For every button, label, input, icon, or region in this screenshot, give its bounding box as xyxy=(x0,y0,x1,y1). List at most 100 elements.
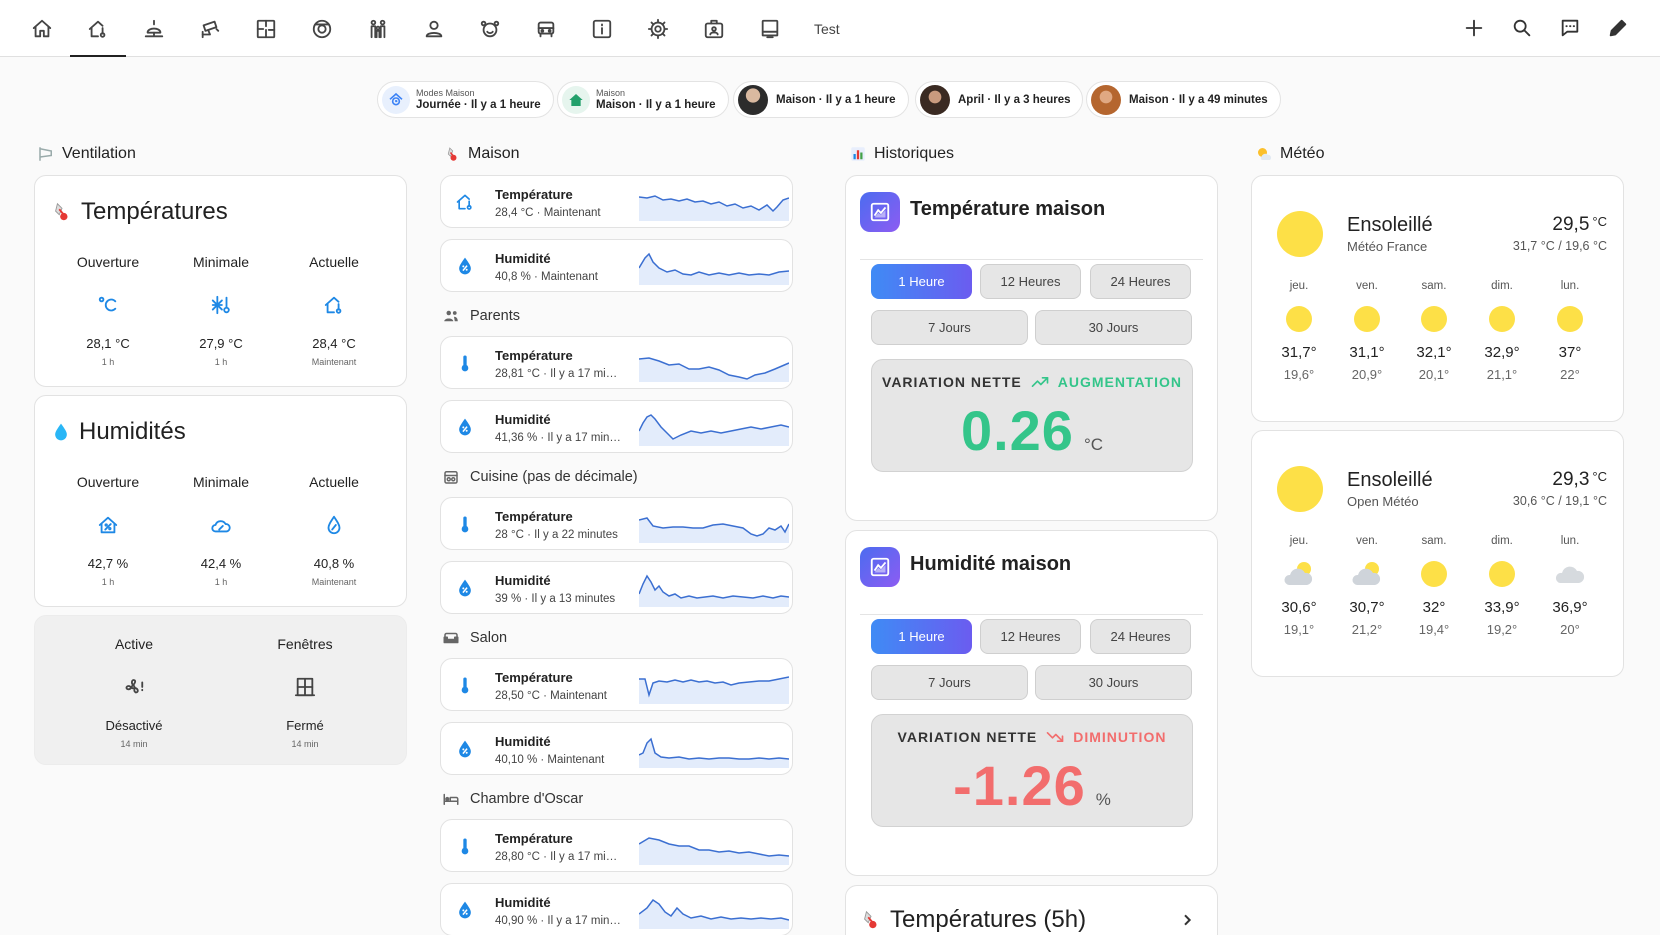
net-variation-panel: VARIATION NETTE DIMINUTION -1.26% xyxy=(871,714,1193,827)
history-title: Humidité maison xyxy=(910,553,1072,575)
weather-source: Météo France xyxy=(1347,239,1428,254)
tile-state: 39 % · Il y a 13 minutes xyxy=(495,593,616,605)
range-button-30d[interactable]: 30 Jours xyxy=(1035,665,1192,700)
stove-icon xyxy=(444,471,458,484)
tab-settings[interactable] xyxy=(630,0,686,57)
sunny-icon xyxy=(1337,304,1397,334)
sensor-tile-humidity[interactable]: Humidité 40,10 % · Maintenant xyxy=(440,722,793,775)
tab-robot-vacuum[interactable] xyxy=(294,0,350,57)
weather-forecast-card[interactable]: Ensoleillé Météo France 29,5 °C 31,7 °C / 19… xyxy=(1251,175,1624,422)
thermometer-icon xyxy=(453,834,477,858)
forecast-high: 31,7° xyxy=(1281,344,1317,361)
tab-house-thermometer[interactable] xyxy=(70,0,126,57)
tab-kid[interactable] xyxy=(462,0,518,57)
forecast-day-name: jeu. xyxy=(1289,280,1309,292)
tile-name: Humidité xyxy=(495,895,551,910)
range-button-7d[interactable]: 7 Jours xyxy=(871,310,1028,345)
thermometer-emoji-icon xyxy=(860,908,882,932)
sparkline-graph xyxy=(639,252,789,285)
range-button-7d[interactable]: 7 Jours xyxy=(871,665,1028,700)
section-title: Ventilation xyxy=(62,145,136,162)
window-closed-icon xyxy=(250,674,360,700)
sensor-tile-humidity[interactable]: Humidité 40,8 % · Maintenant xyxy=(440,239,793,292)
section-title: Historiques xyxy=(874,145,955,162)
card-title-text: Températures (5h) xyxy=(890,906,1087,933)
sensor-tile-humidity[interactable]: Humidité 39 % · Il y a 13 minutes xyxy=(440,561,793,614)
glance-time: 1 h xyxy=(214,357,228,367)
tab-car[interactable] xyxy=(518,0,574,57)
sensor-tile-temperature[interactable]: Température 28,81 °C · Il y a 17 minutes xyxy=(440,336,793,389)
tab-cctv[interactable] xyxy=(182,0,238,57)
range-button-12h[interactable]: 12 Heures xyxy=(980,619,1081,654)
range-button-12h[interactable]: 12 Heures xyxy=(980,264,1081,299)
tab-monitor[interactable] xyxy=(742,0,798,57)
sensor-tile-temperature[interactable]: Température 28,80 °C · Il y a 17 minutes xyxy=(440,819,793,872)
range-button-24h[interactable]: 24 Heures xyxy=(1090,619,1191,654)
glance-item-minimale[interactable]: Minimale 42,4 % 1 h xyxy=(166,474,276,587)
sunny-icon xyxy=(1540,304,1600,334)
temperature-range: 30,6 °C / 19,1 °C xyxy=(1512,494,1607,508)
add-button[interactable] xyxy=(1456,10,1492,46)
sunny-icon xyxy=(1277,466,1323,512)
tab-ceiling-light[interactable] xyxy=(126,0,182,57)
weather-forecast-card[interactable]: Ensoleillé Open Météo 29,3 °C 30,6 °C / 19,1… xyxy=(1251,430,1624,677)
badge-state: Maison · Il y a 1 heure xyxy=(776,93,896,106)
badge-person-1[interactable]: Maison · Il y a 1 heure xyxy=(733,81,909,118)
chevron-right-icon[interactable] xyxy=(1179,912,1195,928)
tab-person[interactable] xyxy=(406,0,462,57)
sparkline-graph xyxy=(639,517,789,543)
search-button[interactable] xyxy=(1504,10,1540,46)
glance-item-ouverture[interactable]: Ouverture 28,1 °C 1 h xyxy=(53,254,163,367)
forecast-low: 22° xyxy=(1560,367,1580,382)
tab-info[interactable] xyxy=(574,0,630,57)
tab-floor-plan[interactable] xyxy=(238,0,294,57)
sparkline-graph xyxy=(639,837,789,865)
badge-state: Maison · Il y a 49 minutes xyxy=(1129,93,1268,106)
sensor-tile-temperature[interactable]: Température 28,4 °C · Maintenant xyxy=(440,175,793,228)
fan-alert-icon xyxy=(79,674,189,700)
edit-button[interactable] xyxy=(1600,10,1636,46)
sensor-tile-temperature[interactable]: Température 28,50 °C · Maintenant xyxy=(440,658,793,711)
tab-home[interactable] xyxy=(14,0,70,57)
area-name: Salon xyxy=(470,630,508,646)
section-ventilation-heading: Ventilation xyxy=(36,144,136,164)
tab-test[interactable]: Test xyxy=(814,0,840,57)
current-temperature: 29,5 °C xyxy=(1552,214,1607,236)
glance-item-minimale[interactable]: Minimale 27,9 °C 1 h xyxy=(166,254,276,367)
glance-item-fenetres[interactable]: Fenêtres Fermé 14 min xyxy=(250,636,360,749)
glance-item-active[interactable]: Active Désactivé 14 min xyxy=(79,636,189,749)
range-button-30d[interactable]: 30 Jours xyxy=(1035,310,1192,345)
sensor-tile-temperature[interactable]: Température 28 °C · Il y a 22 minutes xyxy=(440,497,793,550)
area-heading-4: Chambre d'Oscar xyxy=(442,790,583,808)
glance-item-actuelle[interactable]: Actuelle 40,8 % Maintenant xyxy=(279,474,389,587)
forecast-day-name: dim. xyxy=(1491,535,1513,547)
chat-icon xyxy=(1561,19,1579,37)
home-thermometer-icon xyxy=(453,190,477,214)
badge-modes-maison[interactable]: Modes Maison Journée · Il y a 1 heure xyxy=(377,81,554,118)
tab-badge[interactable] xyxy=(686,0,742,57)
tile-name: Température xyxy=(495,187,573,202)
badge-person-3[interactable]: Maison · Il y a 49 minutes xyxy=(1086,81,1281,118)
forecast-day: ven. 30,7° 21,2° xyxy=(1337,535,1397,637)
temperatures-5h-card[interactable]: Températures (5h) xyxy=(845,885,1218,935)
forecast-low: 19,6° xyxy=(1283,367,1315,382)
glance-item-ouverture[interactable]: Ouverture 42,7 % 1 h xyxy=(53,474,163,587)
sparkline-graph xyxy=(639,574,789,607)
sensor-tile-humidity[interactable]: Humidité 40,90 % · Il y a 17 minutes xyxy=(440,883,793,935)
forecast-high: 30,6° xyxy=(1281,599,1317,616)
assist-button[interactable] xyxy=(1552,10,1588,46)
forecast-day-name: ven. xyxy=(1356,280,1378,292)
badge-person-2[interactable]: April · Il y a 3 heures xyxy=(915,81,1084,118)
badge-maison[interactable]: Maison Maison · Il y a 1 heure xyxy=(557,81,729,118)
kid-face-icon xyxy=(480,20,500,37)
trending-down-icon xyxy=(1046,732,1064,742)
sensor-tile-humidity[interactable]: Humidité 41,36 % · Il y a 17 minutes xyxy=(440,400,793,453)
tab-family[interactable] xyxy=(350,0,406,57)
glance-value: 27,9 °C xyxy=(199,336,243,351)
tile-state: 28,4 °C · Maintenant xyxy=(495,207,601,219)
range-button-1h[interactable]: 1 Heure xyxy=(871,619,972,654)
glance-item-actuelle[interactable]: Actuelle 28,4 °C Maintenant xyxy=(279,254,389,367)
avatar xyxy=(738,84,768,115)
range-button-1h[interactable]: 1 Heure xyxy=(871,264,972,299)
range-button-24h[interactable]: 24 Heures xyxy=(1090,264,1191,299)
